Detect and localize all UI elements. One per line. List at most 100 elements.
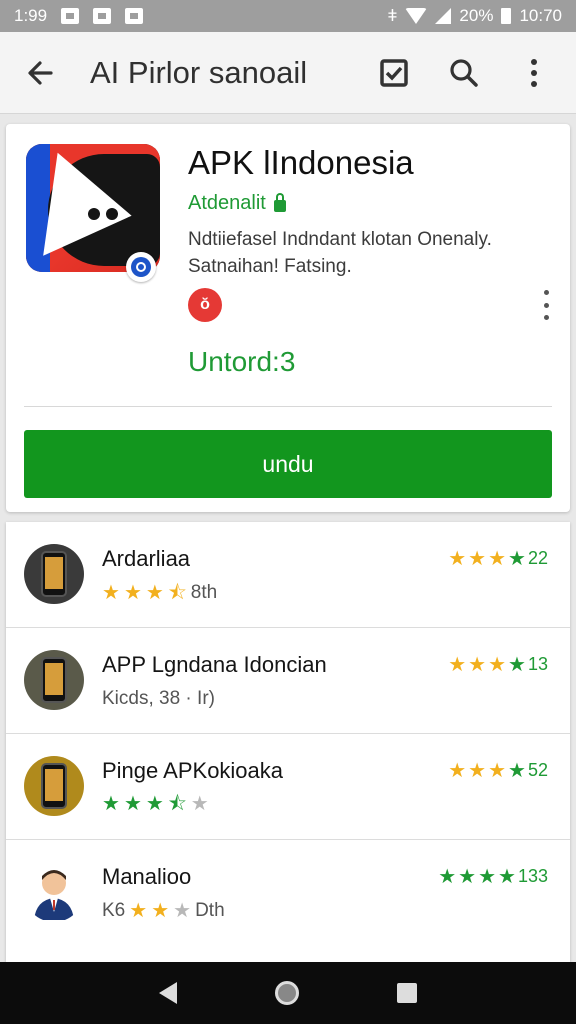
list-item[interactable]: Manalioo K6 ★ ★ ★ Dth ★ ★ ★ ★ 133 xyxy=(6,840,570,946)
star-icon: ★ xyxy=(448,759,467,782)
list-item-value: 52 xyxy=(527,760,548,780)
app-name: APK lIndonesia xyxy=(188,144,414,181)
list-item-sub-text: Dth xyxy=(195,900,225,921)
status-time-right: 10:70 xyxy=(519,6,562,25)
star-icon: ★ xyxy=(508,653,526,676)
nav-recents-icon[interactable] xyxy=(397,983,417,1003)
phone-icon xyxy=(41,763,67,809)
star-icon: ★ xyxy=(448,547,467,570)
phone-icon xyxy=(41,657,67,703)
star-icon: ★ xyxy=(448,653,467,676)
description-line: Ndtiiefasel Indndant klotan Onenaly. xyxy=(188,229,492,250)
list-item-rating: ★ ★ ★ ★ 22 xyxy=(448,548,548,569)
star-icon: ★ xyxy=(468,653,487,676)
related-apps-list: Ardarliaa ★ ★ ★ ⯪ 8th ★ ★ ★ ★ 22 APP Lgndana I… xyxy=(6,522,570,962)
list-item-sub-text: Kicds, 38 · Ir) xyxy=(102,688,215,709)
overflow-menu-button[interactable] xyxy=(512,51,556,95)
status-time-left: 1:99 xyxy=(14,6,48,25)
notification-icon xyxy=(125,8,144,24)
list-item-value: 133 xyxy=(517,866,548,886)
app-thumbnail xyxy=(24,544,84,604)
app-detail-card: APK lIndonesia Atdenalit Ndtiiefasel Ind… xyxy=(6,124,570,512)
star-half-icon: ⯪ xyxy=(167,582,187,604)
battery-percent: 20% xyxy=(459,6,494,25)
status-bar: 1:99 ǂ 20% 10:70 xyxy=(0,0,576,32)
star-icon: ★ xyxy=(102,582,120,604)
list-item-rating: ★ ★ ★ ★ 13 xyxy=(448,654,548,675)
star-icon: ★ xyxy=(438,865,457,888)
list-item[interactable]: Pinge APKokioaka ★ ★ ★ ⯪ ★ ★ ★ ★ ★ 52 xyxy=(6,734,570,840)
install-count: Untord:3 xyxy=(188,346,296,377)
verified-badge-icon xyxy=(126,252,156,282)
star-icon: ★ xyxy=(123,582,142,604)
checkbox-icon xyxy=(380,58,408,87)
content-rating-icon: ŏ xyxy=(188,288,222,322)
vibrate-icon: ǂ xyxy=(387,6,398,25)
star-icon: ★ xyxy=(151,900,170,922)
app-description: Ndtiiefasel Indndant klotan Onenaly. Sat… xyxy=(188,226,528,280)
star-icon: ★ xyxy=(488,759,507,782)
app-thumbnail xyxy=(24,862,84,922)
list-item-rating: ★ ★ ★ ★ 133 xyxy=(438,866,548,887)
checkbox-button[interactable] xyxy=(372,51,416,95)
star-icon: ★ xyxy=(468,759,487,782)
star-half-icon: ⯪ xyxy=(167,793,187,815)
list-item-name: Manalioo xyxy=(102,864,192,889)
wifi-icon xyxy=(405,8,428,24)
avatar-icon xyxy=(34,870,74,920)
list-item-value: 22 xyxy=(527,548,548,568)
list-item-name: APP Lgndana Idoncian xyxy=(102,652,327,677)
phone-icon xyxy=(41,551,67,597)
list-item[interactable]: Ardarliaa ★ ★ ★ ⯪ 8th ★ ★ ★ ★ 22 xyxy=(6,522,570,628)
list-item-name: Ardarliaa xyxy=(102,546,191,571)
app-toolbar: AI Pirlor sanoail xyxy=(0,32,576,114)
battery-icon xyxy=(501,8,512,24)
star-icon: ★ xyxy=(488,653,507,676)
more-vert-icon xyxy=(531,58,537,87)
notification-icon xyxy=(93,8,112,24)
back-button[interactable] xyxy=(20,53,60,93)
page-title: AI Pirlor sanoail xyxy=(90,54,308,90)
list-item-rating: ★ ★ ★ ★ 52 xyxy=(448,760,548,781)
star-icon: ★ xyxy=(478,865,497,888)
list-item-sub: ★ ★ ★ ⯪ 8th xyxy=(102,582,217,604)
nav-back-icon[interactable] xyxy=(159,982,177,1004)
developer-name: Atdenalit xyxy=(188,192,266,214)
list-item-sub: Kicds, 38 · Ir) xyxy=(102,688,215,710)
divider xyxy=(24,406,552,407)
list-item-name: Pinge APKokioaka xyxy=(102,758,284,783)
list-item-sub-prefix: K6 xyxy=(102,900,126,921)
app-thumbnail xyxy=(24,650,84,710)
star-icon: ★ xyxy=(458,865,477,888)
star-icon: ★ xyxy=(145,793,164,815)
star-icon: ★ xyxy=(498,865,516,888)
install-button[interactable]: undu xyxy=(24,430,552,498)
search-icon xyxy=(450,58,478,87)
app-more-options-icon[interactable] xyxy=(536,290,556,320)
star-icon: ★ xyxy=(129,900,148,922)
developer-link[interactable]: Atdenalit xyxy=(188,192,286,215)
list-item-sub-text: 8th xyxy=(190,582,218,603)
list-item-sub: ★ ★ ★ ⯪ ★ xyxy=(102,794,213,814)
signal-icon xyxy=(435,8,452,24)
star-icon: ★ xyxy=(102,793,120,815)
list-item-sub: K6 ★ ★ ★ Dth xyxy=(102,900,225,922)
star-icon: ★ xyxy=(145,582,164,604)
list-item[interactable]: APP Lgndana Idoncian Kicds, 38 · Ir) ★ ★ ★… xyxy=(6,628,570,734)
star-icon: ★ xyxy=(508,759,526,782)
star-icon: ★ xyxy=(123,793,142,815)
description-line: Satnaihan! Fatsing. xyxy=(188,256,352,277)
notification-icon xyxy=(61,8,80,24)
system-nav-bar xyxy=(0,962,576,1024)
star-icon: ★ xyxy=(508,547,526,570)
star-empty-icon: ★ xyxy=(190,793,209,815)
nav-home-icon[interactable] xyxy=(275,981,299,1005)
app-thumbnail xyxy=(24,756,84,816)
star-icon: ★ xyxy=(468,547,487,570)
list-item-value: 13 xyxy=(527,654,548,674)
search-button[interactable] xyxy=(442,51,486,95)
back-arrow-icon xyxy=(28,60,53,85)
star-empty-icon: ★ xyxy=(173,900,192,922)
lock-icon xyxy=(273,192,286,212)
star-icon: ★ xyxy=(488,547,507,570)
